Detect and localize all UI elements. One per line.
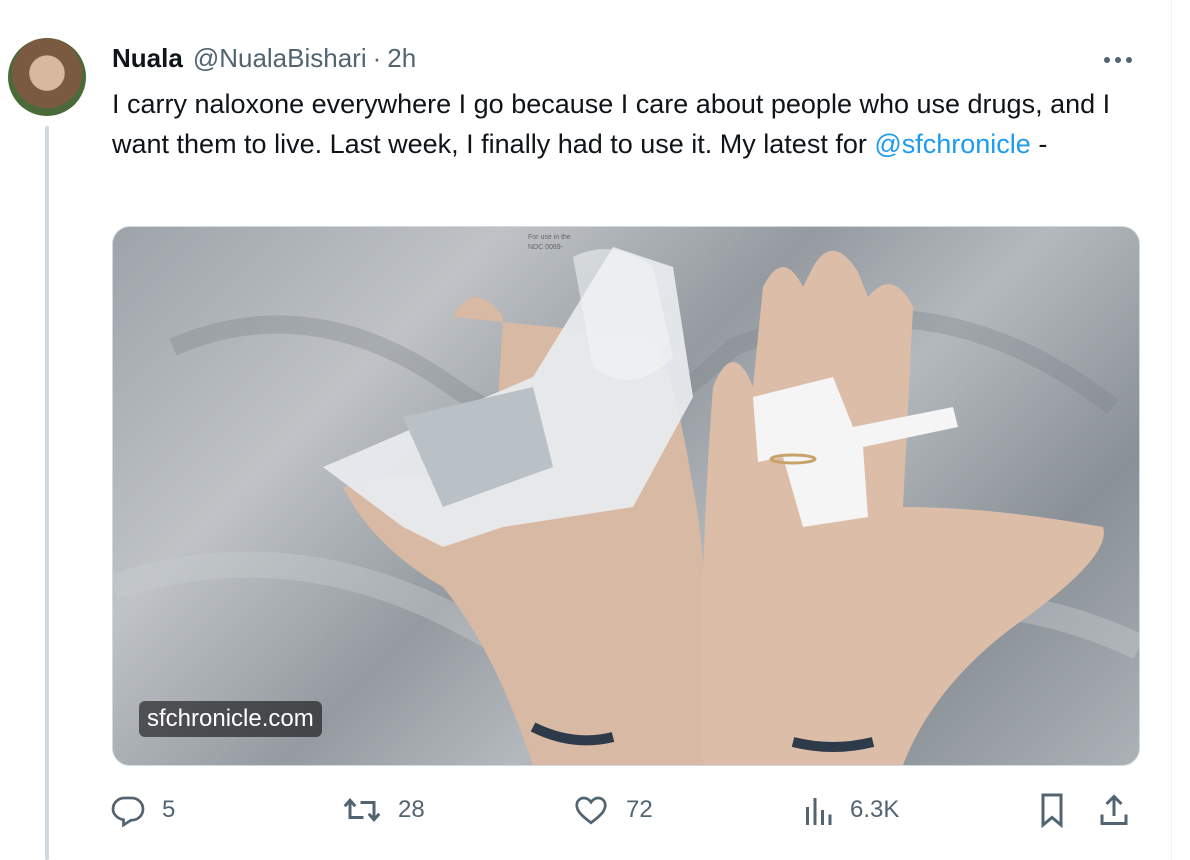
more-icon[interactable] (1102, 46, 1134, 66)
views-icon (806, 798, 832, 825)
share-icon (1100, 794, 1128, 825)
like-button[interactable]: 72 (572, 785, 653, 835)
mention-link[interactable]: @sfchronicle (874, 129, 1030, 159)
like-count: 72 (626, 796, 653, 823)
thread-line (45, 126, 49, 860)
media-source-caption[interactable]: sfchronicle.com (139, 701, 322, 737)
like-icon (575, 796, 607, 825)
packaging-label-1: For use in the (528, 234, 571, 241)
bookmark-icon (1041, 793, 1063, 828)
separator-dot: · (372, 42, 382, 73)
author-name[interactable]: Nuala (112, 43, 183, 74)
reply-count: 5 (162, 796, 176, 823)
views-button[interactable]: 6.3K (802, 785, 899, 835)
media-photo: For use in the NDC 0069- (113, 227, 1139, 765)
timeline-border (1171, 0, 1172, 860)
retweet-count: 28 (398, 796, 425, 823)
action-bar: 5 28 72 6.3K (108, 785, 1148, 835)
retweet-icon (343, 797, 381, 823)
tweet-header: Nuala @NualaBishari · 2h (112, 42, 416, 74)
view-count: 6.3K (850, 796, 900, 823)
right-wrist-tattoo (791, 737, 875, 752)
bookmark-button[interactable] (1036, 785, 1084, 835)
reply-button[interactable]: 5 (110, 785, 175, 835)
packaging-label-2: NDC 0069- (528, 244, 564, 251)
share-button[interactable] (1098, 785, 1146, 835)
tweet-text: I carry naloxone everywhere I go because… (112, 84, 1122, 164)
reply-icon (111, 796, 145, 828)
tweet-media[interactable]: For use in the NDC 0069- sfchronicle.com (112, 226, 1140, 766)
author-handle[interactable]: @NualaBishari (193, 43, 367, 74)
tweet-trailing: - (1030, 129, 1048, 159)
retweet-button[interactable]: 28 (342, 785, 425, 835)
timestamp[interactable]: 2h (387, 43, 416, 74)
avatar[interactable] (8, 38, 86, 116)
